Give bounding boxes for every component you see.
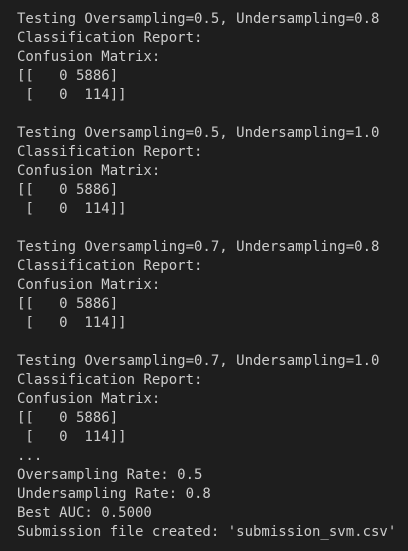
- output-line: Classification Report:: [17, 144, 203, 160]
- output-line: [[ 0 5886]: [17, 182, 119, 198]
- output-line: Classification Report:: [17, 372, 203, 388]
- output-line: [ 0 114]]: [17, 201, 127, 217]
- output-line: Testing Oversampling=0.5, Undersampling=…: [17, 11, 380, 27]
- output-line: [ 0 114]]: [17, 87, 127, 103]
- output-line: ...: [17, 448, 43, 464]
- output-line: Confusion Matrix:: [17, 49, 161, 65]
- output-line: Classification Report:: [17, 30, 203, 46]
- output-line: [ 0 114]]: [17, 315, 127, 331]
- output-line: Confusion Matrix:: [17, 277, 161, 293]
- output-line: Testing Oversampling=0.5, Undersampling=…: [17, 125, 380, 141]
- output-line: [ 0 114]]: [17, 429, 127, 445]
- output-line: Best AUC: 0.5000: [17, 505, 152, 521]
- output-line: Confusion Matrix:: [17, 391, 161, 407]
- output-line: [[ 0 5886]: [17, 296, 119, 312]
- output-line: Oversampling Rate: 0.5: [17, 467, 203, 483]
- output-line: Testing Oversampling=0.7, Undersampling=…: [17, 353, 380, 369]
- output-line: Submission file created: 'submission_svm…: [17, 524, 397, 540]
- output-line: Undersampling Rate: 0.8: [17, 486, 211, 502]
- output-line: Classification Report:: [17, 258, 203, 274]
- output-line: Confusion Matrix:: [17, 163, 161, 179]
- output-line: Testing Oversampling=0.7, Undersampling=…: [17, 239, 380, 255]
- output-line: [[ 0 5886]: [17, 68, 119, 84]
- terminal-output[interactable]: Testing Oversampling=0.5, Undersampling=…: [0, 0, 408, 551]
- output-line: [[ 0 5886]: [17, 410, 119, 426]
